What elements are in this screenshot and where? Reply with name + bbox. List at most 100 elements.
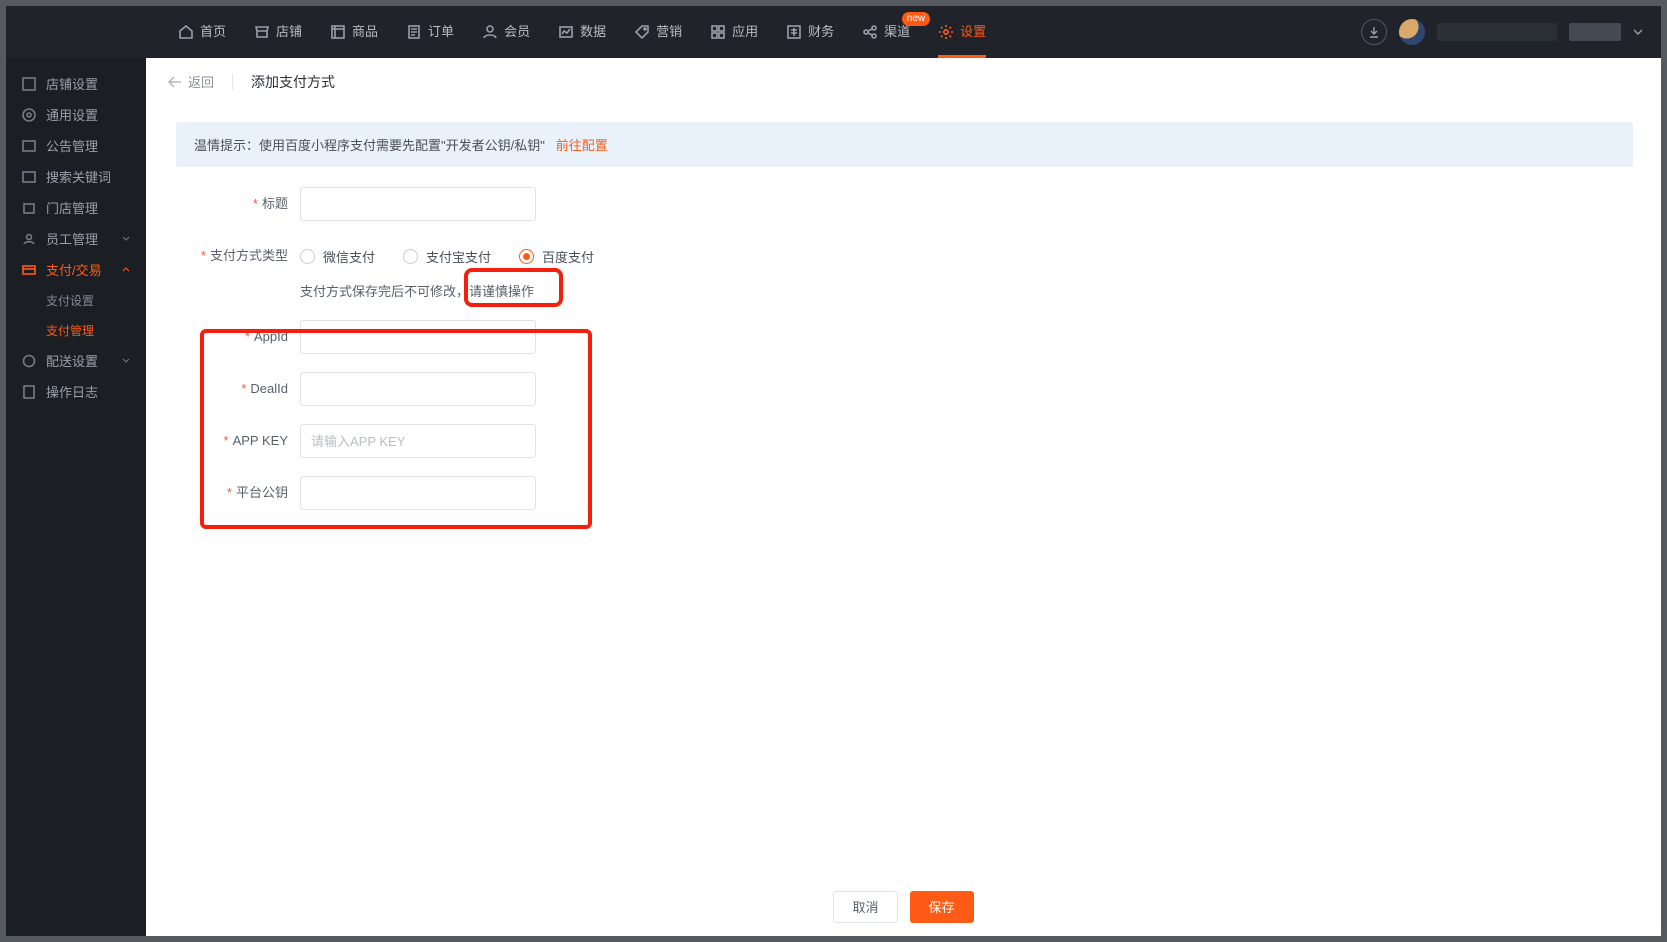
- nav-order[interactable]: 订单: [406, 6, 454, 58]
- side-label: 操作日志: [46, 382, 98, 401]
- back-label: 返回: [188, 72, 214, 91]
- radio-wechat[interactable]: 微信支付: [300, 247, 375, 266]
- top-nav: 首页 店铺 商品 订单 会员 数据 营销 应用 财务 渠道new 设置: [6, 6, 1661, 58]
- tip-link[interactable]: 前往配置: [556, 138, 608, 153]
- label-dealid: *DealId: [176, 372, 288, 406]
- radio-alipay[interactable]: 支付宝支付: [403, 247, 491, 266]
- side-store-manage[interactable]: 门店管理: [6, 192, 146, 223]
- label-pubkey: *平台公钥: [176, 476, 288, 510]
- btn-label: 保存: [929, 897, 955, 916]
- nav-label: 订单: [428, 6, 454, 58]
- side-label: 员工管理: [46, 229, 98, 248]
- side-label: 搜索关键词: [46, 167, 111, 186]
- nav-goods[interactable]: 商品: [330, 6, 378, 58]
- help-text: 支付方式保存完后不可修改，请谨慎操作: [300, 281, 594, 300]
- member-icon: [482, 24, 498, 40]
- side-announce[interactable]: 公告管理: [6, 130, 146, 161]
- side-search-keyword[interactable]: 搜索关键词: [6, 161, 146, 192]
- app-icon: [710, 24, 726, 40]
- store-icon: [22, 201, 36, 215]
- nav-label: 设置: [960, 6, 986, 58]
- content: 温情提示：使用百度小程序支付需要先配置"开发者公钥/私钥" 前往配置 *标题 *…: [146, 106, 1661, 880]
- label-type: *支付方式类型: [176, 239, 288, 273]
- side-delivery-settings[interactable]: 配送设置: [6, 345, 146, 376]
- side-sub-label: 支付设置: [46, 292, 94, 309]
- nav-label: 财务: [808, 6, 834, 58]
- tag-icon: [634, 24, 650, 40]
- title-input[interactable]: [300, 187, 536, 221]
- chevron-down-icon[interactable]: [1633, 29, 1643, 35]
- arrow-left-icon: [168, 76, 182, 88]
- chevron-down-icon: [122, 236, 130, 241]
- radio-group-type: 微信支付 支付宝支付 百度支付: [300, 239, 594, 273]
- footer: 取消 保存: [146, 880, 1661, 936]
- staff-icon: [22, 232, 36, 246]
- tip-bar: 温情提示：使用百度小程序支付需要先配置"开发者公钥/私钥" 前往配置: [176, 122, 1633, 167]
- nav-label: 会员: [504, 6, 530, 58]
- divider: [232, 74, 233, 90]
- page-title: 添加支付方式: [251, 72, 335, 92]
- radio-icon: [403, 249, 418, 264]
- side-general-settings[interactable]: 通用设置: [6, 99, 146, 130]
- order-icon: [406, 24, 422, 40]
- nav-data[interactable]: 数据: [558, 6, 606, 58]
- side-sub-label: 支付管理: [46, 322, 94, 339]
- chevron-up-icon: [122, 267, 130, 272]
- nav-settings[interactable]: 设置: [938, 6, 986, 58]
- side-staff-manage[interactable]: 员工管理: [6, 223, 146, 254]
- nav-finance[interactable]: 财务: [786, 6, 834, 58]
- download-button[interactable]: [1361, 19, 1387, 45]
- side-shop-settings[interactable]: 店铺设置: [6, 68, 146, 99]
- appkey-input[interactable]: [300, 424, 536, 458]
- main: 返回 添加支付方式 温情提示：使用百度小程序支付需要先配置"开发者公钥/私钥" …: [146, 58, 1661, 936]
- side-label: 门店管理: [46, 198, 98, 217]
- gear-icon: [22, 108, 36, 122]
- nav-app[interactable]: 应用: [710, 6, 758, 58]
- side-label: 配送设置: [46, 351, 98, 370]
- cancel-button[interactable]: 取消: [833, 891, 897, 923]
- nav-home[interactable]: 首页: [178, 6, 226, 58]
- pubkey-input[interactable]: [300, 476, 536, 510]
- nav-marketing[interactable]: 营销: [634, 6, 682, 58]
- user-name: [1437, 23, 1557, 41]
- new-badge: new: [902, 12, 930, 26]
- avatar[interactable]: [1399, 19, 1425, 45]
- home-icon: [178, 24, 194, 40]
- nav-label: 应用: [732, 6, 758, 58]
- nav-label: 首页: [200, 6, 226, 58]
- shop-icon: [22, 77, 36, 91]
- side-payment[interactable]: 支付/交易: [6, 254, 146, 285]
- radio-icon: [300, 249, 315, 264]
- side-label: 通用设置: [46, 105, 98, 124]
- user-role: [1569, 23, 1621, 41]
- channel-icon: [862, 24, 878, 40]
- finance-icon: [786, 24, 802, 40]
- radio-baidu[interactable]: 百度支付: [519, 247, 594, 266]
- data-icon: [558, 24, 574, 40]
- nav-label: 数据: [580, 6, 606, 58]
- top-right: [1361, 19, 1643, 45]
- nav-channel[interactable]: 渠道new: [862, 6, 910, 58]
- save-button[interactable]: 保存: [910, 891, 974, 923]
- label-appid: *AppId: [176, 320, 288, 354]
- side-label: 公告管理: [46, 136, 98, 155]
- radio-label: 微信支付: [323, 247, 375, 266]
- nav-label: 店铺: [276, 6, 302, 58]
- side-log[interactable]: 操作日志: [6, 376, 146, 407]
- side-sub-pay-manage[interactable]: 支付管理: [6, 315, 146, 345]
- dealid-input[interactable]: [300, 372, 536, 406]
- nav-list: 首页 店铺 商品 订单 会员 数据 营销 应用 财务 渠道new 设置: [178, 6, 986, 58]
- side-label: 店铺设置: [46, 74, 98, 93]
- chevron-down-icon: [122, 358, 130, 363]
- side-sub-pay-settings[interactable]: 支付设置: [6, 285, 146, 315]
- announce-icon: [22, 139, 36, 153]
- nav-member[interactable]: 会员: [482, 6, 530, 58]
- page-head: 返回 添加支付方式: [146, 58, 1661, 106]
- label-appkey: *APP KEY: [176, 424, 288, 458]
- form: *标题 *支付方式类型 微信支付 支付宝支付 百度支付 支付方式保存完后不可修改…: [176, 187, 1633, 510]
- payment-icon: [22, 263, 36, 277]
- appid-input[interactable]: [300, 320, 536, 354]
- btn-label: 取消: [852, 897, 878, 916]
- nav-shop[interactable]: 店铺: [254, 6, 302, 58]
- back-button[interactable]: 返回: [168, 72, 214, 91]
